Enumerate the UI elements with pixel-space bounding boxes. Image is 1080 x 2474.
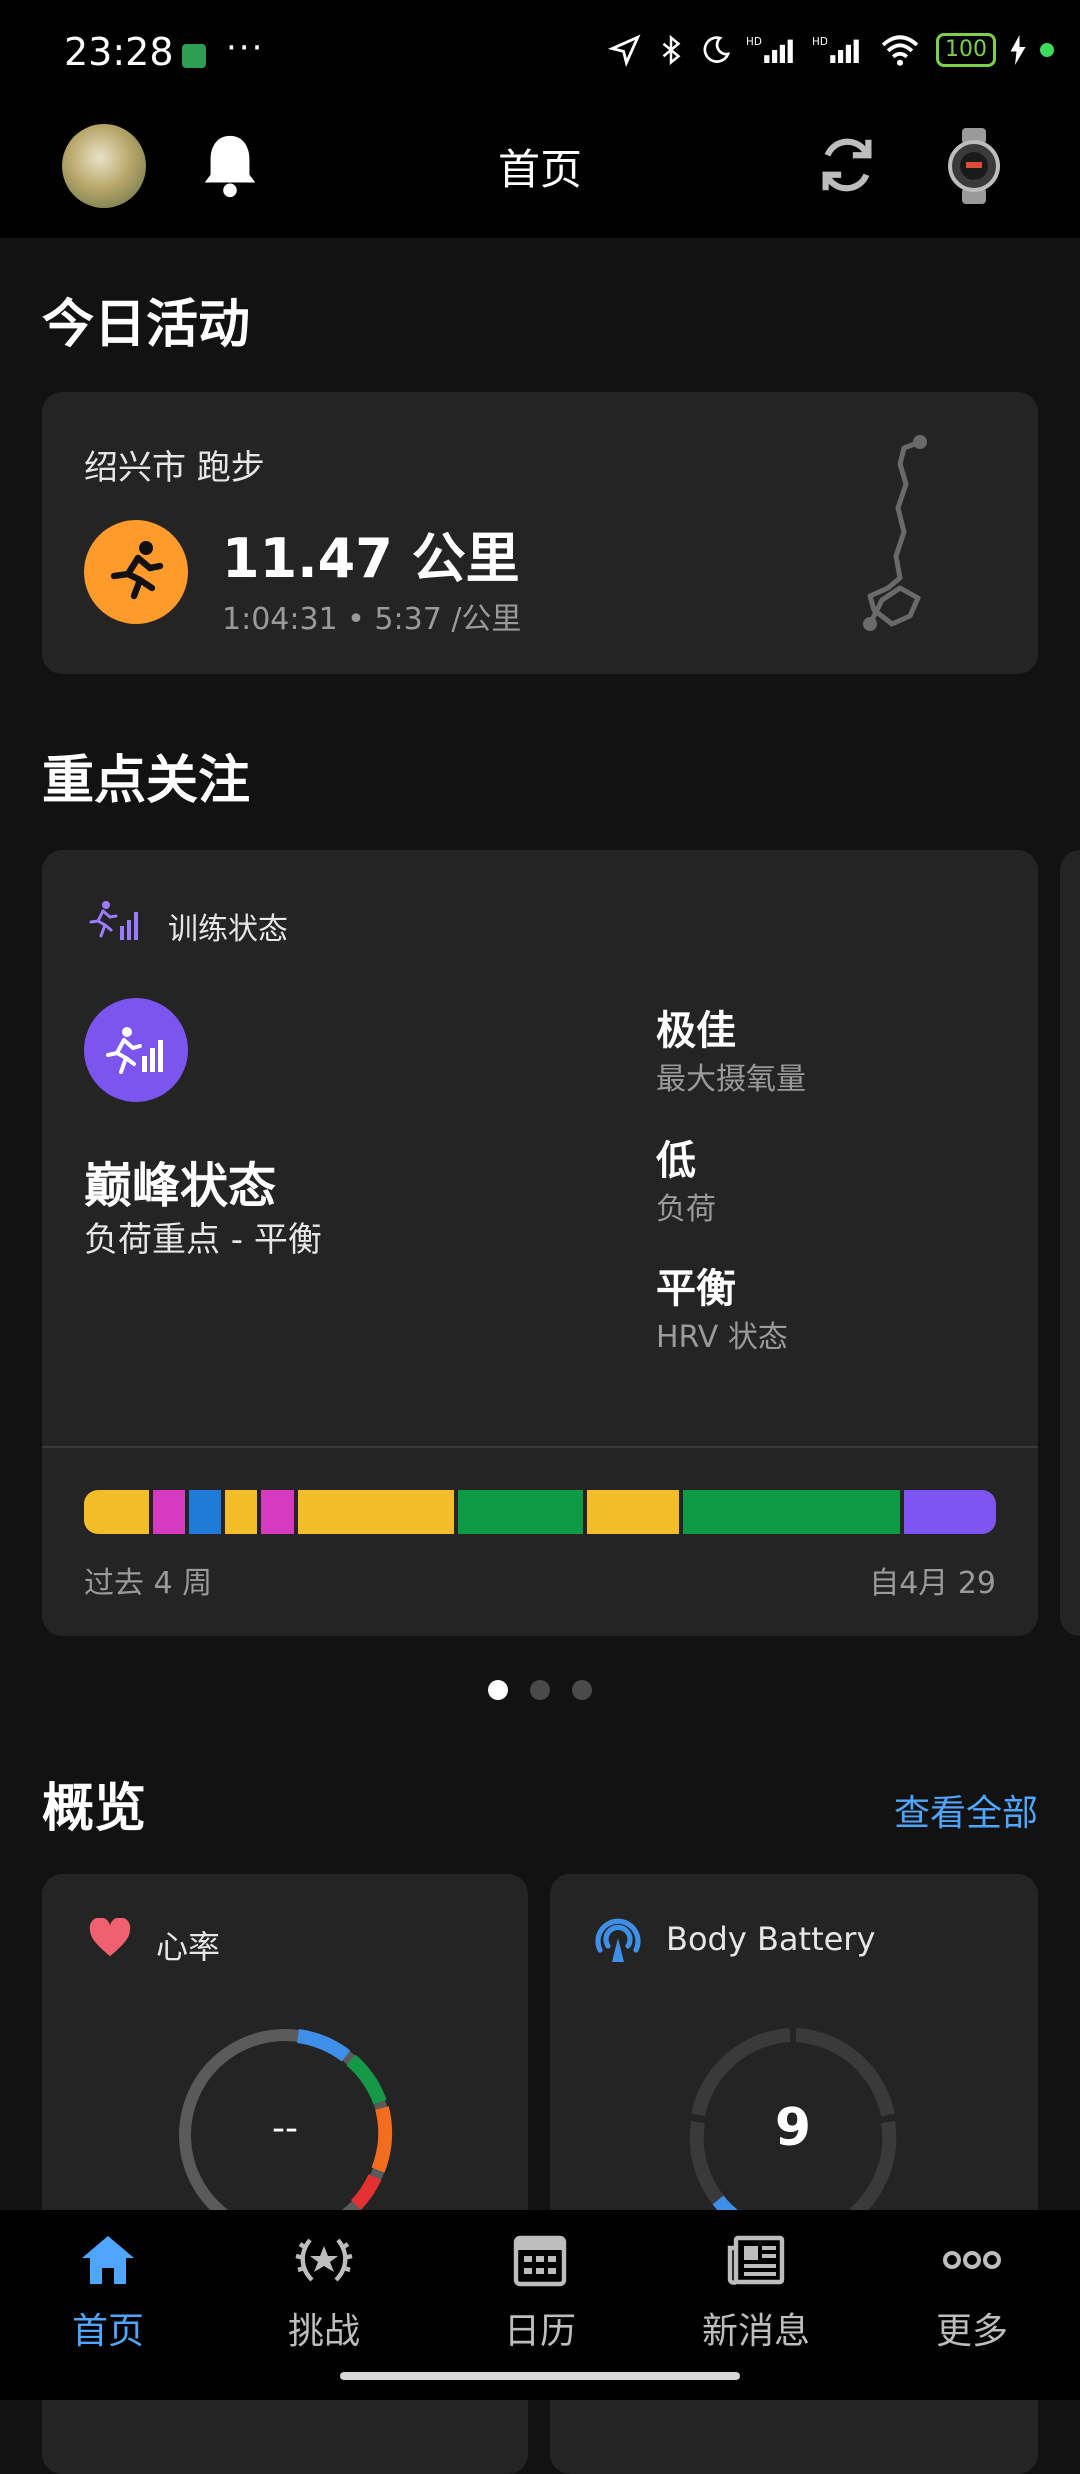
- history-segment: [84, 1490, 149, 1534]
- today-activity-title: 今日活动: [42, 295, 251, 355]
- nav-calendar-label: 日历: [503, 2311, 576, 2352]
- history-segment: [586, 1490, 680, 1534]
- activity-location: 绍兴市 跑步: [84, 448, 265, 488]
- app-notification-icon: [182, 44, 206, 68]
- nav-more-label: 更多: [935, 2311, 1008, 2352]
- training-status-badge-icon: [106, 1027, 163, 1074]
- status-time: 23:28: [64, 30, 174, 74]
- bluetooth-icon: [662, 34, 681, 66]
- home-icon: [82, 2236, 134, 2284]
- nav-challenges[interactable]: 挑战: [234, 2232, 414, 2354]
- more-icon: [943, 2251, 1001, 2269]
- history-segment: [683, 1490, 900, 1534]
- hrv-value: 平衡: [656, 1266, 736, 1312]
- privacy-dot-icon: [1040, 43, 1054, 57]
- training-status-badge: [84, 998, 188, 1102]
- calendar-icon: [513, 2235, 567, 2287]
- history-segment: [152, 1490, 185, 1534]
- nav-home-label: 首页: [71, 2311, 144, 2352]
- svg-text:HD: HD: [746, 36, 762, 48]
- activity-details: 1:04:31 • 5:37 /公里: [222, 602, 522, 637]
- training-status-icon: [89, 901, 138, 940]
- status-icons: HD HD 100: [608, 30, 1054, 70]
- overview-title: 概览: [42, 1779, 147, 1839]
- pager-dot[interactable]: [530, 1680, 550, 1700]
- history-segment: [903, 1490, 996, 1534]
- route-map-icon: [863, 435, 927, 631]
- load-value: 低: [656, 1138, 696, 1184]
- training-status-value: 巅峰状态: [84, 1158, 277, 1214]
- history-segment: [225, 1490, 258, 1534]
- nav-news[interactable]: 新消息: [666, 2232, 846, 2354]
- pager-dot[interactable]: [488, 1680, 508, 1700]
- wifi-icon: [881, 35, 919, 66]
- nav-news-label: 新消息: [701, 2311, 810, 2352]
- training-status-history-bar: [84, 1490, 996, 1534]
- location-icon: [608, 34, 641, 67]
- body-battery-value: 9: [774, 2098, 812, 2158]
- body-battery-label: Body Battery: [666, 1920, 876, 1958]
- history-segment: [297, 1490, 455, 1534]
- body-battery-icon: [595, 1918, 641, 1962]
- moon-icon: [703, 36, 731, 63]
- pager-dot[interactable]: [572, 1680, 592, 1700]
- view-all-link[interactable]: 查看全部: [894, 1784, 1038, 1836]
- history-range-label: 过去 4 周: [84, 1566, 213, 1601]
- home-indicator[interactable]: [340, 2372, 740, 2380]
- next-card-peek[interactable]: [1060, 850, 1080, 1636]
- focus-title: 重点关注: [42, 751, 251, 811]
- signal-hd-2-icon: HD: [812, 36, 859, 63]
- nav-challenges-label: 挑战: [287, 2311, 360, 2352]
- nav-more[interactable]: 更多: [882, 2232, 1062, 2354]
- load-focus: 负荷重点 - 平衡: [84, 1220, 322, 1260]
- battery-indicator: 100: [936, 33, 996, 67]
- nav-calendar[interactable]: 日历: [450, 2232, 630, 2354]
- carousel-pager[interactable]: [488, 1680, 592, 1700]
- heart-rate-value: --: [272, 2108, 298, 2149]
- history-since-label: 自4月 29: [869, 1566, 996, 1601]
- activity-distance: 11.47 公里: [222, 527, 520, 590]
- charging-icon: [1010, 35, 1026, 65]
- history-segment: [458, 1490, 583, 1534]
- heart-rate-label: 心率: [156, 1928, 221, 1966]
- history-segment: [188, 1490, 222, 1534]
- hrv-label: HRV 状态: [656, 1320, 788, 1355]
- news-icon: [727, 2235, 785, 2285]
- vo2max-value: 极佳: [656, 1008, 736, 1054]
- running-icon: [84, 520, 188, 624]
- nav-home[interactable]: 首页: [18, 2232, 198, 2354]
- sync-icon[interactable]: [812, 130, 882, 200]
- card-divider: [42, 1446, 1038, 1448]
- runner-glyph-icon: [110, 541, 164, 600]
- load-label: 负荷: [656, 1192, 716, 1227]
- heart-icon: [89, 1918, 131, 1957]
- vo2max-label: 最大摄氧量: [656, 1062, 806, 1097]
- page-title: 首页: [497, 145, 582, 194]
- more-notifications-icon: ···: [226, 28, 265, 68]
- laurel-icon: [295, 2238, 353, 2282]
- signal-hd-icon: HD: [746, 36, 793, 63]
- watch-icon[interactable]: [946, 128, 1002, 204]
- history-segment: [261, 1490, 294, 1534]
- training-status-label: 训练状态: [168, 912, 288, 947]
- svg-text:HD: HD: [812, 36, 828, 48]
